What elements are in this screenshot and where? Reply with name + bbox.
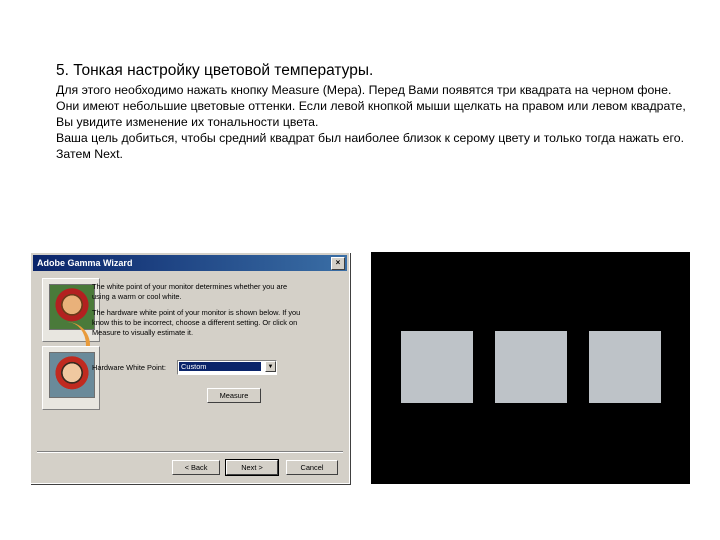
back-button[interactable]: < Back xyxy=(172,460,220,475)
select-value: Custom xyxy=(179,362,261,371)
slide-paragraph-2: Ваша цель добиться, чтобы средний квадра… xyxy=(56,131,684,161)
cool-portrait-image xyxy=(49,352,95,398)
hardware-white-point-select[interactable]: Custom ▼ xyxy=(177,360,277,375)
monitor-cool-icon xyxy=(42,346,100,410)
hardware-description: The hardware white point of your monitor… xyxy=(92,308,301,337)
white-point-description: The white point of your monitor determin… xyxy=(92,282,288,301)
slide-title: 5. Тонкая настройку цветовой температуры… xyxy=(56,62,374,79)
close-button[interactable]: × xyxy=(331,257,345,270)
measure-button[interactable]: Measure xyxy=(207,388,261,403)
middle-swatch[interactable] xyxy=(495,331,567,403)
dialog-titlebar: Adobe Gamma Wizard × xyxy=(33,255,347,271)
chevron-down-icon[interactable]: ▼ xyxy=(265,361,276,372)
hardware-white-point-label: Hardware White Point: xyxy=(92,363,166,372)
slide-body: Для этого необходимо нажать кнопку Measu… xyxy=(56,82,696,162)
measure-panel xyxy=(371,252,690,484)
next-button[interactable]: Next > xyxy=(225,459,279,476)
left-swatch[interactable] xyxy=(401,331,473,403)
dialog-separator xyxy=(37,451,343,453)
slide-paragraph-1: Для этого необходимо нажать кнопку Measu… xyxy=(56,83,686,129)
cancel-button[interactable]: Cancel xyxy=(286,460,338,475)
dialog-title: Adobe Gamma Wizard xyxy=(37,258,133,268)
right-swatch[interactable] xyxy=(589,331,661,403)
